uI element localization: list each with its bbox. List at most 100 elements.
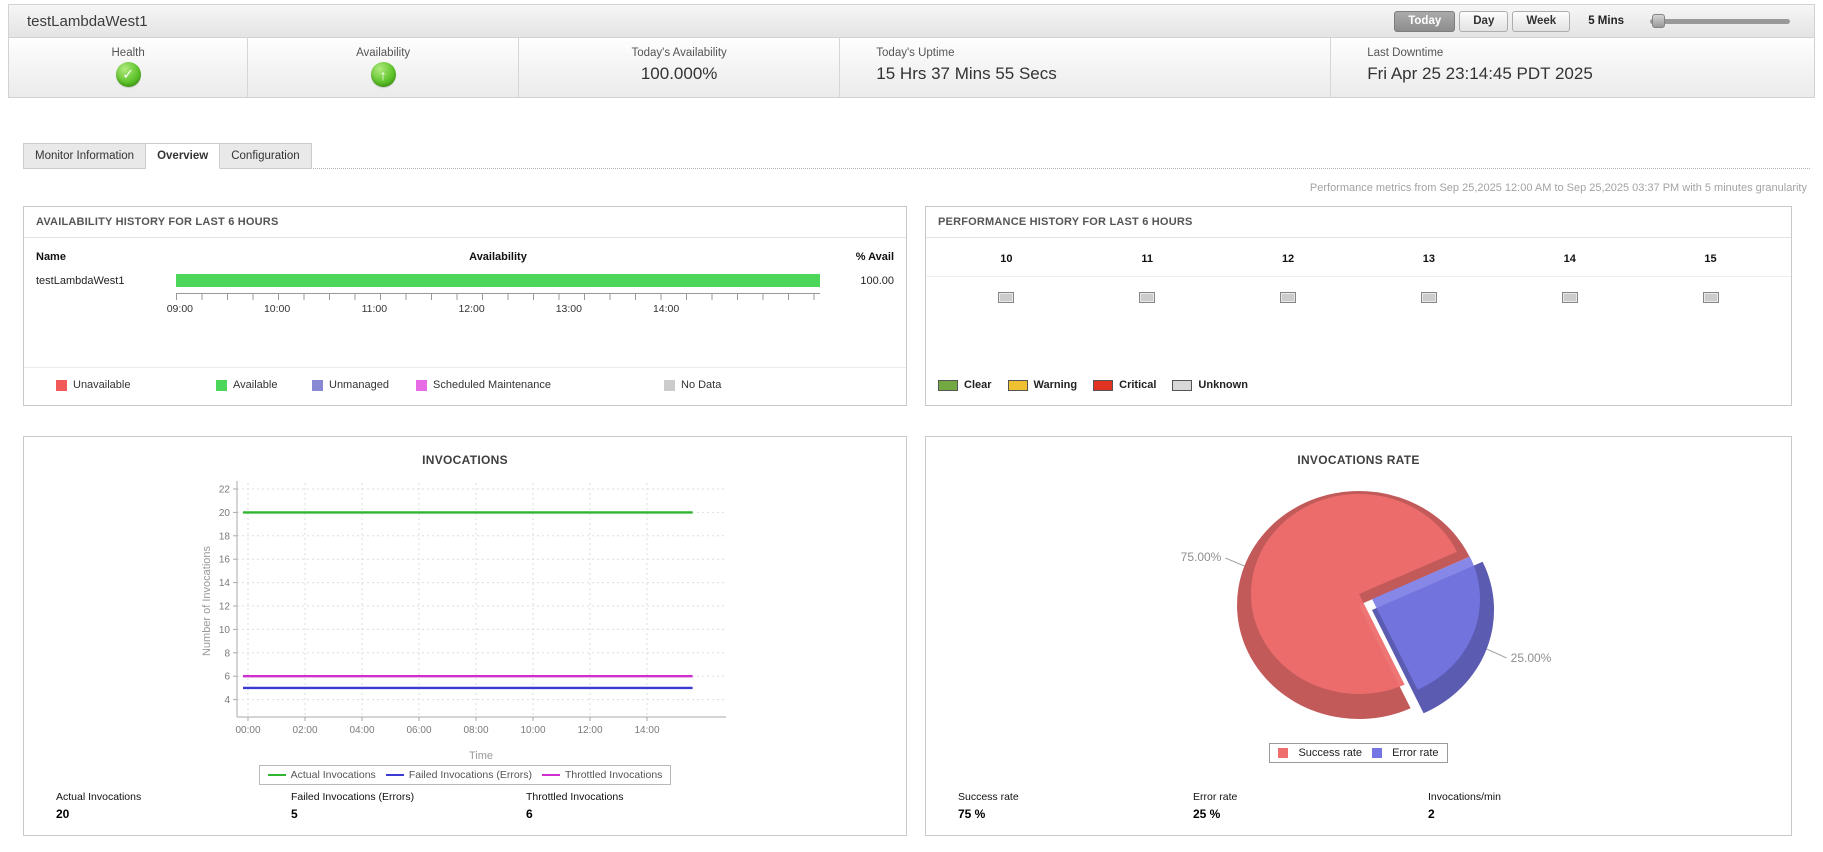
stat-value: 5 [291, 807, 298, 821]
performance-metrics-note: Performance metrics from Sep 25,2025 12:… [1309, 182, 1807, 194]
invocations-rate-legend: Success rate Error rate [1269, 743, 1448, 763]
last-downtime-value: Fri Apr 25 23:14:45 PDT 2025 [1367, 64, 1593, 83]
legend-swatch [56, 379, 67, 391]
todays-availability-label: Today's Availability [631, 47, 727, 59]
pie-success-label: 75.00% [1181, 550, 1222, 564]
legend-item: Unavailable [56, 379, 130, 391]
svg-text:22: 22 [219, 485, 231, 496]
stat-value: 20 [56, 807, 70, 821]
percent-avail-value: 100.00 [860, 274, 894, 287]
granularity-label: 5 Mins [1588, 15, 1624, 27]
availability-history-title: AVAILABILITY HISTORY FOR LAST 6 HOURS [24, 207, 906, 238]
stat-value: 75 % [958, 807, 986, 821]
svg-text:14: 14 [219, 578, 231, 589]
legend-swatch [1007, 379, 1028, 391]
availability-time-axis: 09:00 10:00 11:00 12:00 13:00 14:00 [24, 291, 906, 318]
slider-handle[interactable] [1652, 13, 1665, 28]
svg-text:4: 4 [224, 695, 230, 706]
todays-availability-value: 100.000% [640, 64, 718, 83]
svg-text:10: 10 [219, 625, 231, 636]
legend-item: Failed Invocations (Errors) [385, 769, 532, 781]
svg-text:08:00: 08:00 [463, 725, 488, 736]
performance-history-panel: PERFORMANCE HISTORY FOR LAST 6 HOURS 10 1… [925, 206, 1792, 406]
last-downtime-cell: Last Downtime Fri Apr 25 23:14:45 PDT 20… [1330, 38, 1814, 97]
monitor-title: testLambdaWest1 [27, 12, 148, 30]
legend-item: Unmanaged [312, 379, 389, 391]
legend-swatch [416, 379, 427, 391]
perf-square-cell [1499, 290, 1640, 308]
axis-tick-label: 09:00 [166, 303, 193, 315]
monitor-name: testLambdaWest1 [36, 274, 125, 287]
perf-square-cell [936, 290, 1077, 308]
axis-ruler [176, 293, 820, 301]
window-titlebar: testLambdaWest1 Today Day Week 5 Mins [9, 5, 1814, 38]
perf-hour-label: 15 [1704, 253, 1717, 265]
axis-tick-label: 10:00 [263, 303, 291, 315]
stat-label: Success rate [958, 791, 1019, 803]
perf-hours-row: 10 11 12 13 14 15 [926, 238, 1791, 277]
perf-hour-label: 13 [1422, 253, 1436, 265]
availability-bar [176, 274, 820, 287]
perf-hour-label: 12 [1281, 253, 1295, 265]
svg-text:16: 16 [219, 555, 231, 566]
status-square-13[interactable] [1420, 292, 1437, 303]
legend-item: Actual Invocations [267, 769, 376, 781]
perf-hour-label: 14 [1563, 253, 1576, 265]
monitor-summary-box: testLambdaWest1 Today Day Week 5 Mins He… [8, 4, 1815, 98]
col-availability: Availability [469, 251, 527, 263]
legend-item: Error rate [1372, 747, 1439, 759]
axis-tick-label: 14:00 [652, 303, 680, 315]
stat: Actual Invocations 20 [56, 791, 291, 821]
svg-text:Number of Invocations: Number of Invocations [201, 545, 213, 656]
tab-strip: Monitor Information Overview Configurati… [23, 143, 1810, 169]
invocations-legend: Actual Invocations Failed Invocations (Er… [258, 765, 672, 785]
stat-label: Failed Invocations (Errors) [291, 791, 415, 803]
legend-swatch [664, 379, 675, 391]
stat: Throttled Invocations 6 [526, 791, 761, 821]
today-button[interactable]: Today [1394, 10, 1456, 32]
todays-uptime-cell: Today's Uptime 15 Hrs 37 Mins 55 Secs [839, 38, 1330, 97]
legend-item: Warning [1007, 379, 1077, 391]
perf-hour-label: 10 [1000, 253, 1013, 265]
todays-uptime-label: Today's Uptime [876, 47, 955, 59]
legend-swatch [938, 379, 958, 391]
status-square-14[interactable] [1561, 292, 1578, 303]
stat-value: 6 [526, 807, 533, 821]
status-bar: Health ✓ Availability ↑ Today's Availabi… [9, 38, 1814, 97]
svg-text:Time: Time [469, 750, 493, 762]
tab-configuration[interactable]: Configuration [220, 143, 312, 169]
legend-swatch [216, 379, 227, 391]
tab-overview[interactable]: Overview [146, 143, 221, 169]
status-square-12[interactable] [1280, 292, 1297, 303]
availability-table-header: Name Availability % Avail [24, 238, 906, 270]
performance-history-title: PERFORMANCE HISTORY FOR LAST 6 HOURS [926, 207, 1791, 238]
performance-legend: Clear Warning Critical Unknown [926, 379, 1791, 405]
legend-item: Scheduled Maintenance [416, 379, 551, 391]
svg-text:20: 20 [219, 508, 231, 519]
legend-swatch [1372, 748, 1383, 758]
tab-monitor-information[interactable]: Monitor Information [23, 143, 147, 169]
status-square-10[interactable] [998, 292, 1015, 303]
availability-legend: Unavailable Available Unmanaged Scheduled M… [24, 367, 906, 405]
stat: Invocations/min 2 [1428, 791, 1663, 821]
legend-item: Unknown [1172, 379, 1248, 391]
week-button[interactable]: Week [1512, 10, 1571, 32]
svg-text:10:00: 10:00 [520, 725, 545, 736]
legend-line-swatch [385, 774, 404, 776]
col-name: Name [36, 251, 66, 263]
stat: Failed Invocations (Errors) 5 [291, 791, 526, 821]
day-button[interactable]: Day [1459, 10, 1509, 32]
health-label: Health [111, 47, 145, 59]
status-square-11[interactable] [1139, 292, 1156, 303]
last-downtime-label: Last Downtime [1367, 47, 1444, 59]
axis-tick-label: 11:00 [361, 303, 388, 315]
status-square-15[interactable] [1702, 292, 1719, 303]
stat: Success rate 75 % [958, 791, 1193, 821]
invocations-rate-panel: INVOCATIONS RATE 75.00% 25.00% Success ra… [925, 436, 1792, 836]
col-percent-avail: % Avail [855, 251, 894, 263]
granularity-slider[interactable] [1650, 13, 1790, 28]
svg-text:6: 6 [224, 672, 230, 683]
svg-text:14:00: 14:00 [634, 725, 659, 736]
invocations-rate-title: INVOCATIONS RATE [1297, 453, 1420, 467]
stat-value: 2 [1428, 807, 1435, 821]
